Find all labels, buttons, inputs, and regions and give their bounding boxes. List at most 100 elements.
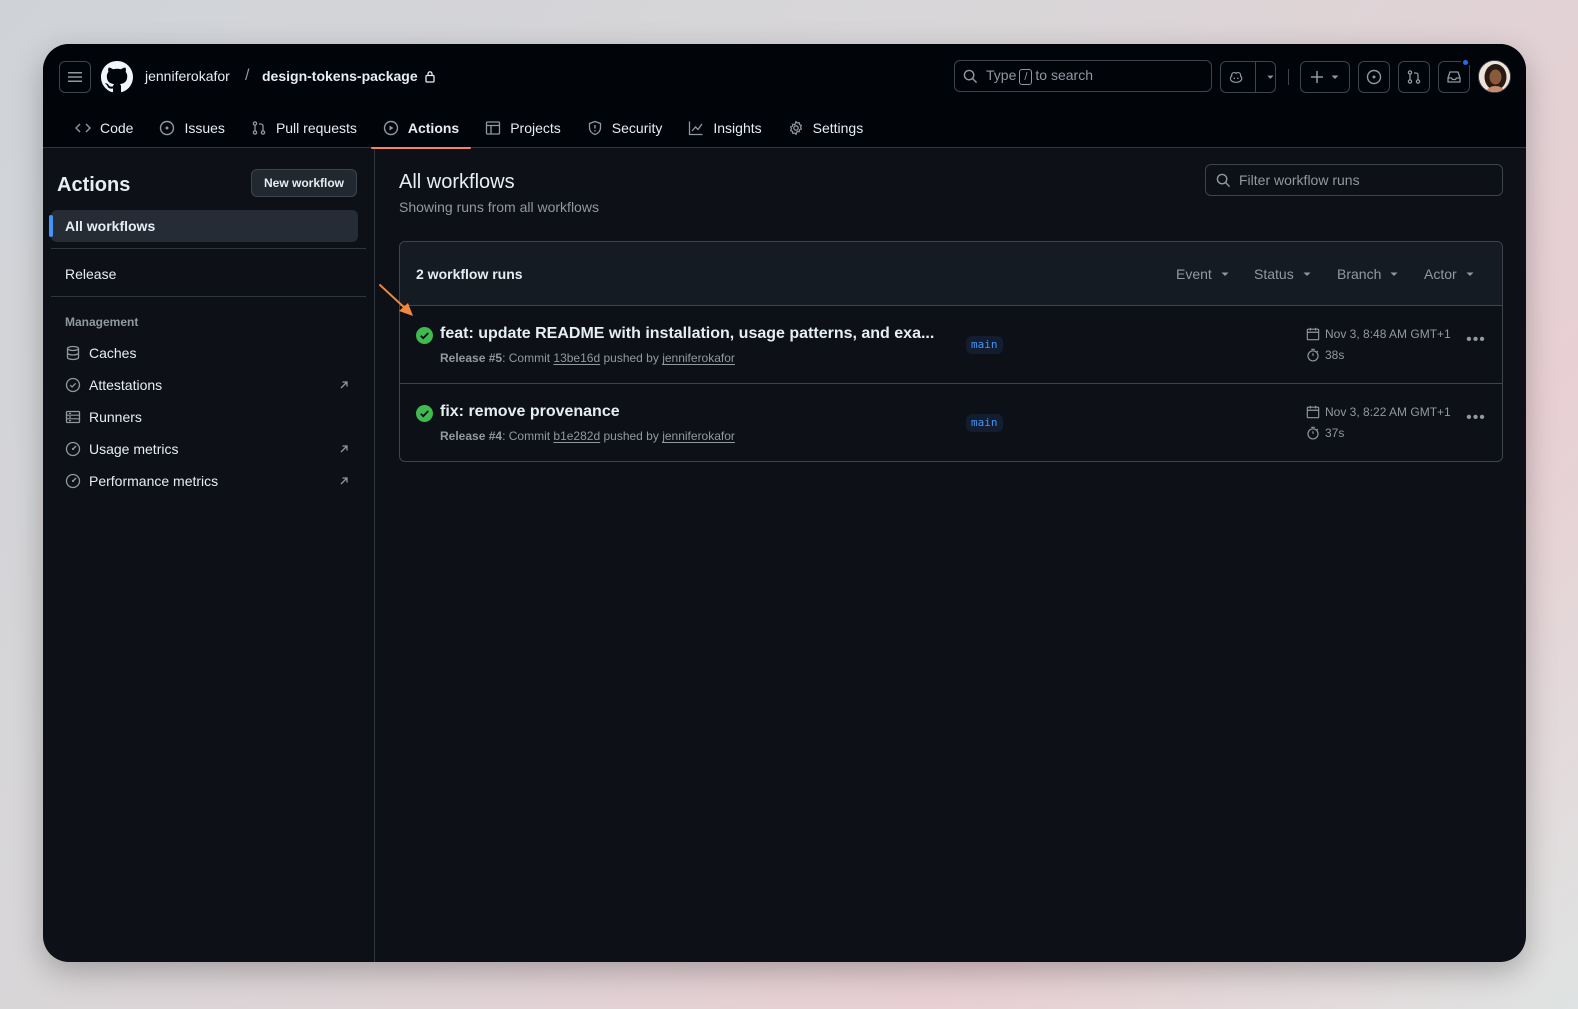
code-icon <box>75 123 91 133</box>
status-filter-dropdown[interactable]: Status <box>1254 266 1312 282</box>
search-shortcut-key: / <box>1019 69 1033 85</box>
sidebar-item-label: Attestations <box>89 377 163 393</box>
kebab-horizontal-icon[interactable]: ••• <box>1466 332 1486 352</box>
tab-label: Pull requests <box>275 120 357 136</box>
calendar-icon <box>1306 327 1320 341</box>
graph-icon <box>689 121 703 136</box>
breadcrumb-separator: / <box>245 67 250 84</box>
sidebar-divider <box>51 248 366 249</box>
copilot-icon <box>1229 71 1243 83</box>
breadcrumb-owner[interactable]: jenniferokafor <box>145 68 230 84</box>
triangle-down-icon[interactable] <box>1266 72 1275 82</box>
breadcrumb-repo[interactable]: design-tokens-package <box>262 68 436 84</box>
sidebar-item-all-workflows[interactable]: All workflows <box>49 210 358 242</box>
meter-icon <box>65 441 81 457</box>
hamburger-icon <box>68 72 82 82</box>
sidebar-item-release[interactable]: Release <box>65 266 116 282</box>
repo-name[interactable]: design-tokens-package <box>262 68 418 84</box>
inbox-icon <box>1447 71 1461 83</box>
run-duration-text: 37s <box>1325 426 1345 440</box>
search-input[interactable]: Type / to search <box>954 60 1212 92</box>
filter-label: Status <box>1254 266 1294 282</box>
branch-label[interactable]: main <box>966 336 1003 354</box>
git-pull-request-icon <box>1407 70 1421 84</box>
tab-settings[interactable]: Settings <box>776 108 876 148</box>
run-workflow: Release #4 <box>440 429 503 443</box>
plus-icon <box>1311 71 1323 83</box>
tab-code[interactable]: Code <box>63 108 145 148</box>
page-title: All workflows <box>399 171 515 193</box>
topbar-divider <box>1288 69 1289 85</box>
avatar[interactable] <box>1478 60 1511 93</box>
shield-icon <box>588 120 601 136</box>
kebab-horizontal-icon[interactable]: ••• <box>1466 410 1486 430</box>
your-pull-requests-button[interactable] <box>1398 61 1430 93</box>
filter-placeholder: Filter workflow runs <box>1239 172 1360 188</box>
run-author-link[interactable]: jenniferokafor <box>662 351 735 365</box>
link-external-icon <box>340 477 348 485</box>
workflow-runs-list: 2 workflow runs Event Status Branch Acto… <box>399 241 1503 462</box>
tab-security[interactable]: Security <box>575 108 675 148</box>
notification-indicator <box>1461 58 1470 67</box>
run-pushed-by: pushed by <box>603 351 659 365</box>
issue-opened-icon <box>1366 69 1382 85</box>
triangle-down-icon <box>1331 75 1339 79</box>
branch-label[interactable]: main <box>966 414 1003 432</box>
tab-label: Code <box>100 120 134 136</box>
workflow-run-row[interactable]: fix: remove provenance Release #4: Commi… <box>400 384 1502 461</box>
triangle-down-icon <box>1221 272 1229 276</box>
check-circle-fill-icon <box>416 405 433 422</box>
link-external-icon <box>340 381 348 389</box>
event-filter-dropdown[interactable]: Event <box>1176 266 1230 282</box>
run-pushed-by: pushed by <box>603 429 659 443</box>
copilot-button[interactable] <box>1220 61 1276 93</box>
run-commit-link[interactable]: b1e282d <box>553 429 600 443</box>
workflow-run-row[interactable]: feat: update README with installation, u… <box>400 306 1502 384</box>
branch-filter-dropdown[interactable]: Branch <box>1337 266 1399 282</box>
triangle-down-icon <box>1390 272 1398 276</box>
run-duration-text: 38s <box>1325 348 1345 362</box>
create-new-button[interactable] <box>1300 61 1350 93</box>
play-icon <box>383 120 399 136</box>
sidebar-item-caches[interactable]: Caches <box>65 343 350 363</box>
your-issues-button[interactable] <box>1358 61 1390 93</box>
sidebar-item-usage-metrics[interactable]: Usage metrics <box>65 439 350 459</box>
sidebar-item-attestations[interactable]: Attestations <box>65 375 350 395</box>
tab-pull-requests[interactable]: Pull requests <box>239 108 369 148</box>
tab-label: Settings <box>812 120 864 136</box>
actor-filter-dropdown[interactable]: Actor <box>1424 266 1475 282</box>
run-author-link[interactable]: jenniferokafor <box>662 429 735 443</box>
run-title[interactable]: fix: remove provenance <box>440 403 620 421</box>
git-pull-request-icon <box>252 121 266 135</box>
new-workflow-button[interactable]: New workflow <box>251 169 357 197</box>
run-date: Nov 3, 8:48 AM GMT+1 <box>1306 327 1451 341</box>
global-nav: jenniferokafor / design-tokens-package T… <box>43 44 1526 108</box>
tab-actions[interactable]: Actions <box>370 108 472 149</box>
annotation-arrow-icon <box>379 284 413 316</box>
sidebar-item-label: Caches <box>89 345 137 361</box>
management-heading: Management <box>65 315 139 329</box>
sidebar-title: Actions <box>57 174 131 196</box>
run-date: Nov 3, 8:22 AM GMT+1 <box>1306 405 1451 419</box>
server-icon <box>65 410 81 424</box>
filter-workflow-runs-input[interactable]: Filter workflow runs <box>1205 164 1503 196</box>
filter-label: Branch <box>1337 266 1382 282</box>
tab-insights[interactable]: Insights <box>676 108 773 148</box>
sidebar-item-runners[interactable]: Runners <box>65 407 350 427</box>
actions-sidebar: Actions New workflow All workflows Relea… <box>43 149 375 962</box>
menu-button[interactable] <box>59 61 91 93</box>
run-commit-prefix: : Commit <box>502 351 551 365</box>
run-commit-link[interactable]: 13be16d <box>553 351 600 365</box>
sidebar-item-performance-metrics[interactable]: Performance metrics <box>65 471 350 491</box>
tab-issues[interactable]: Issues <box>147 108 236 148</box>
tab-projects[interactable]: Projects <box>473 108 573 148</box>
repo-tabs: Code Issues Pull requests Actions Projec… <box>63 108 877 149</box>
github-logo-icon[interactable] <box>101 61 133 93</box>
search-prefix: Type <box>986 67 1017 83</box>
run-title[interactable]: feat: update README with installation, u… <box>440 325 934 343</box>
search-suffix: to search <box>1035 67 1094 83</box>
search-placeholder: Type / to search <box>986 67 1093 85</box>
lock-icon <box>424 70 435 83</box>
page-subtitle: Showing runs from all workflows <box>399 199 599 215</box>
calendar-icon <box>1306 405 1320 419</box>
